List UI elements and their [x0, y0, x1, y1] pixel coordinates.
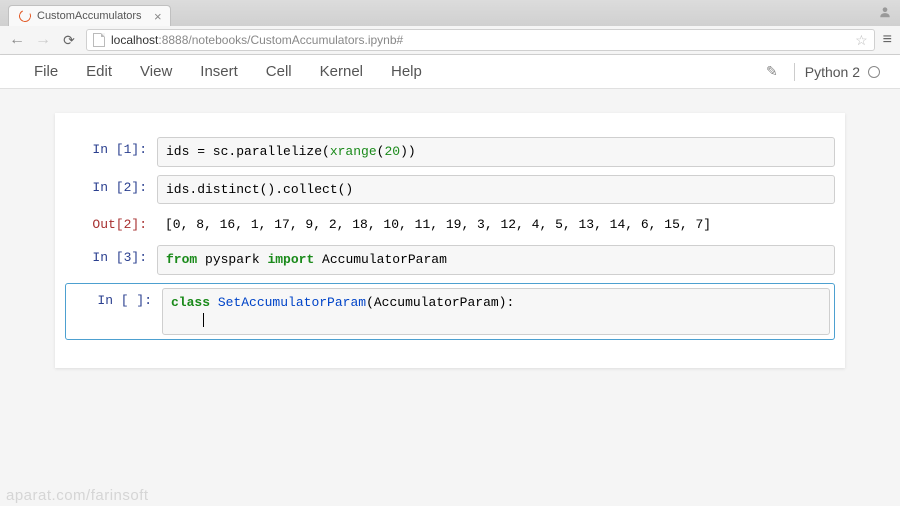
input-prompt: In [1]:: [65, 137, 157, 167]
code-cell[interactable]: In [ ]:class SetAccumulatorParam(Accumul…: [65, 283, 835, 340]
kernel-indicator[interactable]: Python 2: [805, 64, 880, 80]
tab-title: CustomAccumulators: [37, 10, 142, 22]
code-cell[interactable]: In [1]:ids = sc.parallelize(xrange(20)): [65, 137, 835, 167]
back-button[interactable]: ←: [8, 31, 26, 49]
code-cell[interactable]: In [3]:from pyspark import AccumulatorPa…: [65, 245, 835, 275]
menu-view[interactable]: View: [126, 63, 186, 80]
watermark-text: aparat.com/farinsoft: [6, 487, 149, 504]
menu-kernel[interactable]: Kernel: [306, 63, 377, 80]
url-path: /notebooks/CustomAccumulators.ipynb#: [188, 33, 403, 47]
code-cell[interactable]: In [2]:ids.distinct().collect(): [65, 175, 835, 205]
menu-file[interactable]: File: [20, 63, 72, 80]
bookmark-star-icon[interactable]: ☆: [855, 32, 868, 49]
notebook-page: In [1]:ids = sc.parallelize(xrange(20))I…: [0, 89, 900, 408]
browser-tab[interactable]: CustomAccumulators ×: [8, 5, 171, 26]
menu-edit[interactable]: Edit: [72, 63, 126, 80]
reload-button[interactable]: ⟳: [60, 32, 78, 49]
code-input[interactable]: ids = sc.parallelize(xrange(20)): [157, 137, 835, 167]
edit-mode-icon[interactable]: ✎: [766, 63, 778, 80]
jupyter-menubar: File Edit View Insert Cell Kernel Help ✎…: [0, 55, 900, 89]
close-tab-icon[interactable]: ×: [154, 9, 162, 24]
chrome-menu-icon[interactable]: ≡: [883, 31, 892, 49]
nav-bar: ← → ⟳ localhost:8888/notebooks/CustomAcc…: [0, 26, 900, 54]
code-input[interactable]: class SetAccumulatorParam(AccumulatorPar…: [162, 288, 830, 335]
cell-body: ids.distinct().collect(): [157, 175, 835, 205]
code-input[interactable]: ids.distinct().collect(): [157, 175, 835, 205]
output-text: [0, 8, 16, 1, 17, 9, 2, 18, 10, 11, 19, …: [157, 212, 835, 237]
kernel-status-icon: [868, 66, 880, 78]
output-prompt: Out[2]:: [65, 212, 157, 237]
text-cursor: [203, 313, 204, 327]
url-port: :8888: [158, 33, 188, 47]
input-prompt: In [3]:: [65, 245, 157, 275]
input-prompt: In [ ]:: [70, 288, 162, 335]
output-row: Out[2]:[0, 8, 16, 1, 17, 9, 2, 18, 10, 1…: [65, 212, 835, 237]
kernel-name: Python 2: [805, 64, 860, 80]
page-icon: [93, 33, 105, 47]
chrome-profile-icon[interactable]: [876, 3, 894, 21]
menu-help[interactable]: Help: [377, 63, 436, 80]
notebook-container: In [1]:ids = sc.parallelize(xrange(20))I…: [55, 113, 845, 368]
divider: [794, 63, 795, 81]
forward-button: →: [34, 31, 52, 49]
url-host: localhost: [111, 33, 158, 47]
input-prompt: In [2]:: [65, 175, 157, 205]
menu-insert[interactable]: Insert: [186, 63, 252, 80]
browser-chrome: CustomAccumulators × ← → ⟳ localhost:888…: [0, 0, 900, 55]
menu-cell[interactable]: Cell: [252, 63, 306, 80]
jupyter-favicon: [17, 8, 32, 23]
address-bar[interactable]: localhost:8888/notebooks/CustomAccumulat…: [86, 29, 875, 51]
tab-bar: CustomAccumulators ×: [0, 0, 900, 26]
notebook-area: File Edit View Insert Cell Kernel Help ✎…: [0, 55, 900, 408]
cell-body: class SetAccumulatorParam(AccumulatorPar…: [162, 288, 830, 335]
cell-body: from pyspark import AccumulatorParam: [157, 245, 835, 275]
cell-body: ids = sc.parallelize(xrange(20)): [157, 137, 835, 167]
code-input[interactable]: from pyspark import AccumulatorParam: [157, 245, 835, 275]
